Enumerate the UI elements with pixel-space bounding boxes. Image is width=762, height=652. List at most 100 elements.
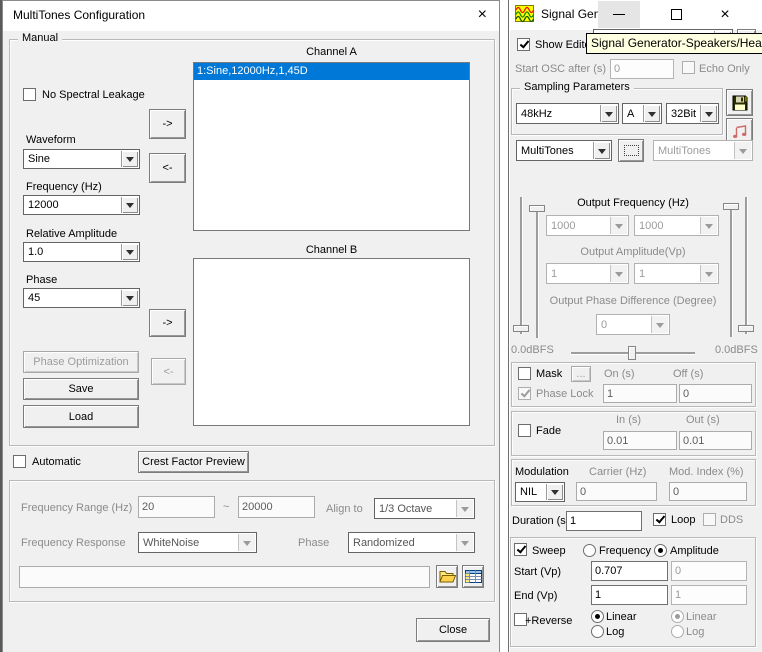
align-to-value: 1/3 Octave bbox=[379, 503, 432, 515]
fade-out-input bbox=[679, 431, 752, 450]
floppy-disk-icon bbox=[731, 94, 749, 112]
close-button[interactable]: Close bbox=[416, 618, 490, 642]
channel-b-list[interactable] bbox=[193, 258, 470, 426]
open-file-button[interactable] bbox=[436, 565, 458, 588]
dbfs-right-label: 0.0dBFS bbox=[715, 344, 758, 357]
chevron-down-icon[interactable] bbox=[593, 142, 610, 159]
modulation-type-select[interactable]: NIL bbox=[515, 482, 565, 502]
maximize-icon bbox=[671, 9, 682, 20]
output-frequency-b-select: 1000 bbox=[634, 215, 719, 236]
sweep-frequency-radio[interactable] bbox=[583, 544, 596, 557]
loop-checkbox[interactable] bbox=[653, 513, 666, 526]
mask-checkbox[interactable] bbox=[518, 367, 531, 380]
close-icon[interactable]: × bbox=[705, 1, 745, 28]
sampling-channel-select[interactable]: A bbox=[622, 103, 662, 124]
chevron-down-icon[interactable] bbox=[600, 105, 617, 122]
close-icon[interactable]: × bbox=[478, 7, 487, 23]
right-outer-slider-track[interactable] bbox=[745, 197, 747, 334]
waveform-select[interactable]: Sine bbox=[23, 149, 140, 169]
channel-a-selected-item[interactable]: 1:Sine,12000Hz,1,45D bbox=[194, 63, 469, 80]
auto-phase-value: Randomized bbox=[353, 537, 415, 549]
phase-select[interactable]: 45 bbox=[23, 288, 140, 308]
mask-label: Mask bbox=[536, 368, 562, 381]
left-inner-slider-track[interactable] bbox=[536, 205, 538, 338]
crest-factor-preview-button[interactable]: Crest Factor Preview bbox=[138, 451, 249, 473]
channel-a-label: Channel A bbox=[193, 46, 470, 59]
show-editor-checkbox[interactable] bbox=[517, 38, 530, 51]
no-spectral-leakage-checkbox[interactable] bbox=[23, 88, 36, 101]
sweep-amplitude-radio[interactable] bbox=[654, 544, 667, 557]
add-to-channel-a-button[interactable]: -> bbox=[149, 109, 186, 139]
maximize-button[interactable] bbox=[657, 1, 695, 28]
chevron-down-icon[interactable] bbox=[121, 244, 138, 260]
chevron-down-icon[interactable] bbox=[121, 151, 138, 167]
sweep-linear2-label: Linear bbox=[686, 611, 717, 624]
output-amplitude-a-select: 1 bbox=[546, 263, 629, 284]
sweep-linear-radio[interactable] bbox=[591, 610, 604, 623]
generator-type-a-value: MultiTones bbox=[521, 145, 574, 157]
fade-label: Fade bbox=[536, 425, 561, 438]
relative-amplitude-value: 1.0 bbox=[28, 246, 43, 258]
frequency-select[interactable]: 12000 bbox=[23, 195, 140, 215]
phase-optimization-button: Phase Optimization bbox=[23, 351, 139, 373]
frequency-response-value: WhiteNoise bbox=[143, 537, 199, 549]
output-amplitude-a-value: 1 bbox=[551, 268, 557, 280]
sampling-bits-select[interactable]: 32Bit bbox=[666, 103, 719, 124]
left-outer-slider-handle[interactable] bbox=[513, 325, 529, 332]
right-outer-slider-handle[interactable] bbox=[738, 325, 754, 332]
sweep-start-label: Start (Vp) bbox=[514, 566, 561, 579]
phase-label: Phase bbox=[26, 274, 57, 287]
relative-amplitude-label: Relative Amplitude bbox=[26, 228, 117, 241]
balance-slider-handle[interactable] bbox=[628, 346, 636, 360]
left-outer-slider-track[interactable] bbox=[520, 197, 522, 334]
add-to-channel-b-button[interactable]: -> bbox=[149, 309, 186, 337]
folder-open-icon bbox=[439, 570, 456, 583]
output-amplitude-b-value: 1 bbox=[639, 268, 645, 280]
generator-type-a-select[interactable]: MultiTones bbox=[516, 140, 612, 161]
close-label: Close bbox=[439, 624, 467, 636]
multitones-config-button[interactable] bbox=[618, 139, 644, 162]
sampling-rate-value: 48kHz bbox=[521, 108, 552, 120]
sweep-log-radio[interactable] bbox=[591, 625, 604, 638]
signal-generator-window: Signal Gener... × Show Editor Signal Gen… bbox=[508, 0, 762, 652]
sweep-end-a-input[interactable] bbox=[591, 585, 668, 605]
fade-out-label: Out (s) bbox=[686, 414, 720, 427]
automatic-checkbox[interactable] bbox=[13, 455, 26, 468]
minimize-button[interactable] bbox=[598, 1, 640, 28]
save-signal-button[interactable] bbox=[726, 89, 753, 116]
dds-label: DDS bbox=[720, 514, 743, 527]
dds-checkbox bbox=[703, 513, 716, 526]
modulation-type-value: NIL bbox=[520, 486, 537, 498]
channel-a-list[interactable]: 1:Sine,12000Hz,1,45D bbox=[193, 62, 470, 231]
phase-lock-checkbox bbox=[518, 387, 531, 400]
chevron-down-icon[interactable] bbox=[121, 197, 138, 213]
remove-from-channel-b-button: <- bbox=[151, 358, 186, 385]
duration-input[interactable] bbox=[566, 511, 642, 531]
chevron-down-icon[interactable] bbox=[700, 105, 717, 122]
left-inner-slider-handle[interactable] bbox=[529, 205, 545, 212]
chevron-down-icon[interactable] bbox=[121, 290, 138, 306]
relative-amplitude-select[interactable]: 1.0 bbox=[23, 242, 140, 262]
edit-table-button[interactable] bbox=[462, 565, 484, 588]
sweep-start-a-input[interactable] bbox=[591, 561, 668, 581]
loop-label: Loop bbox=[671, 514, 695, 527]
right-inner-slider-track[interactable] bbox=[730, 203, 732, 337]
range-tilde: ~ bbox=[223, 501, 229, 514]
sweep-label: Sweep bbox=[532, 545, 566, 558]
chevron-down-icon[interactable] bbox=[546, 484, 563, 500]
phase-value: 45 bbox=[28, 292, 40, 304]
sampling-rate-select[interactable]: 48kHz bbox=[516, 103, 619, 124]
fade-checkbox[interactable] bbox=[518, 424, 531, 437]
minimize-icon bbox=[613, 14, 625, 15]
sweep-checkbox[interactable] bbox=[514, 543, 527, 556]
output-amplitude-label: Output Amplitude(Vp) bbox=[549, 246, 717, 259]
chevron-down-icon bbox=[456, 500, 473, 517]
load-button[interactable]: Load bbox=[23, 405, 139, 428]
save-button[interactable]: Save bbox=[23, 378, 139, 400]
chevron-down-icon[interactable] bbox=[643, 105, 660, 122]
right-inner-slider-handle[interactable] bbox=[723, 203, 739, 210]
mask-off-label: Off (s) bbox=[673, 368, 703, 381]
multitones-configuration-window: MultiTones Configuration × Manual No Spe… bbox=[2, 0, 500, 652]
remove-from-channel-a-button[interactable]: <- bbox=[149, 153, 186, 183]
sweep-end-label: End (Vp) bbox=[514, 590, 557, 603]
